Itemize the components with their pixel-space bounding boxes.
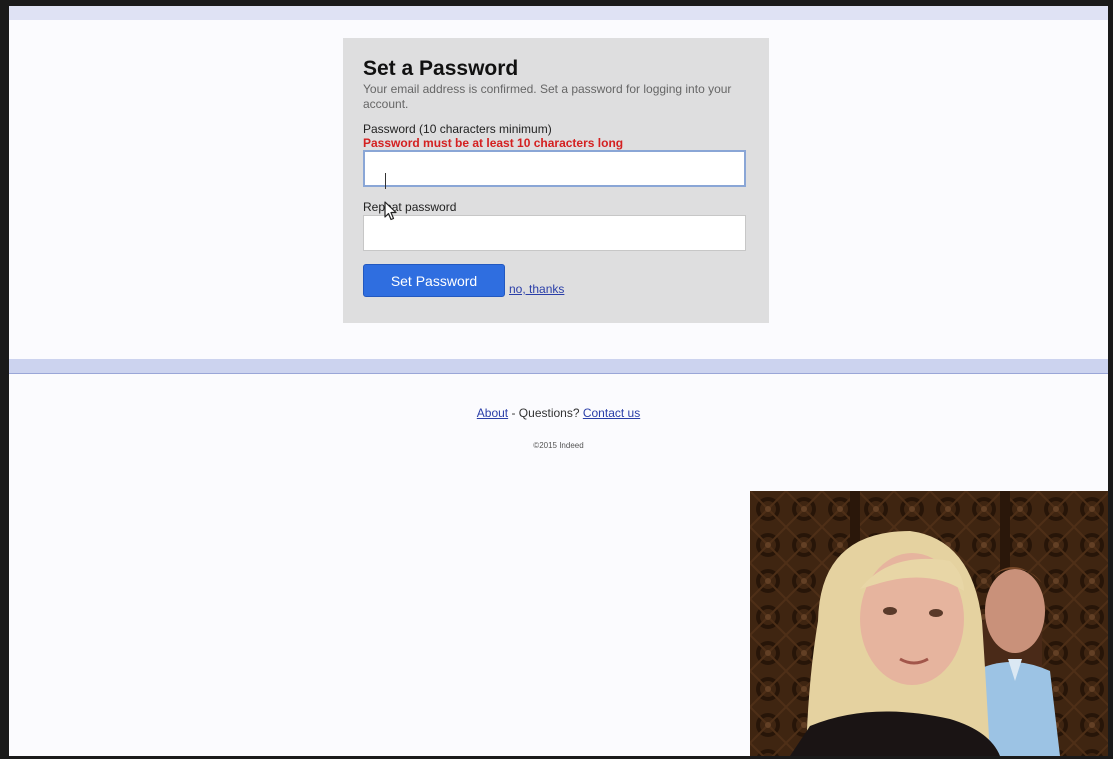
set-password-card: Set a Password Your email address is con…: [343, 38, 769, 323]
password-input[interactable]: [363, 150, 746, 187]
card-actions: Set Password no, thanks: [363, 264, 749, 297]
contact-us-link[interactable]: Contact us: [583, 406, 640, 420]
mouse-pointer-icon: [384, 201, 397, 221]
browser-viewport: Set a Password Your email address is con…: [0, 0, 1113, 759]
repeat-password-label: Repeat password: [363, 200, 457, 214]
footer-links: About - Questions? Contact us: [9, 406, 1108, 420]
password-label: Password (10 characters minimum): [363, 122, 552, 136]
about-link[interactable]: About: [477, 406, 508, 420]
text-caret: [385, 173, 386, 189]
webcam-video-overlay: [750, 491, 1108, 756]
no-thanks-link[interactable]: no, thanks: [509, 282, 564, 296]
footer-separator-band: [9, 359, 1108, 374]
questions-text: - Questions?: [508, 406, 583, 420]
webcam-image: [750, 491, 1108, 756]
card-description: Your email address is confirmed. Set a p…: [363, 82, 732, 111]
password-error-message: Password must be at least 10 characters …: [363, 136, 624, 150]
copyright-text: ©2015 Indeed: [533, 441, 584, 450]
repeat-password-input[interactable]: [363, 215, 746, 251]
card-title: Set a Password: [363, 57, 519, 80]
set-password-button[interactable]: Set Password: [363, 264, 505, 297]
header-band: [9, 6, 1108, 20]
